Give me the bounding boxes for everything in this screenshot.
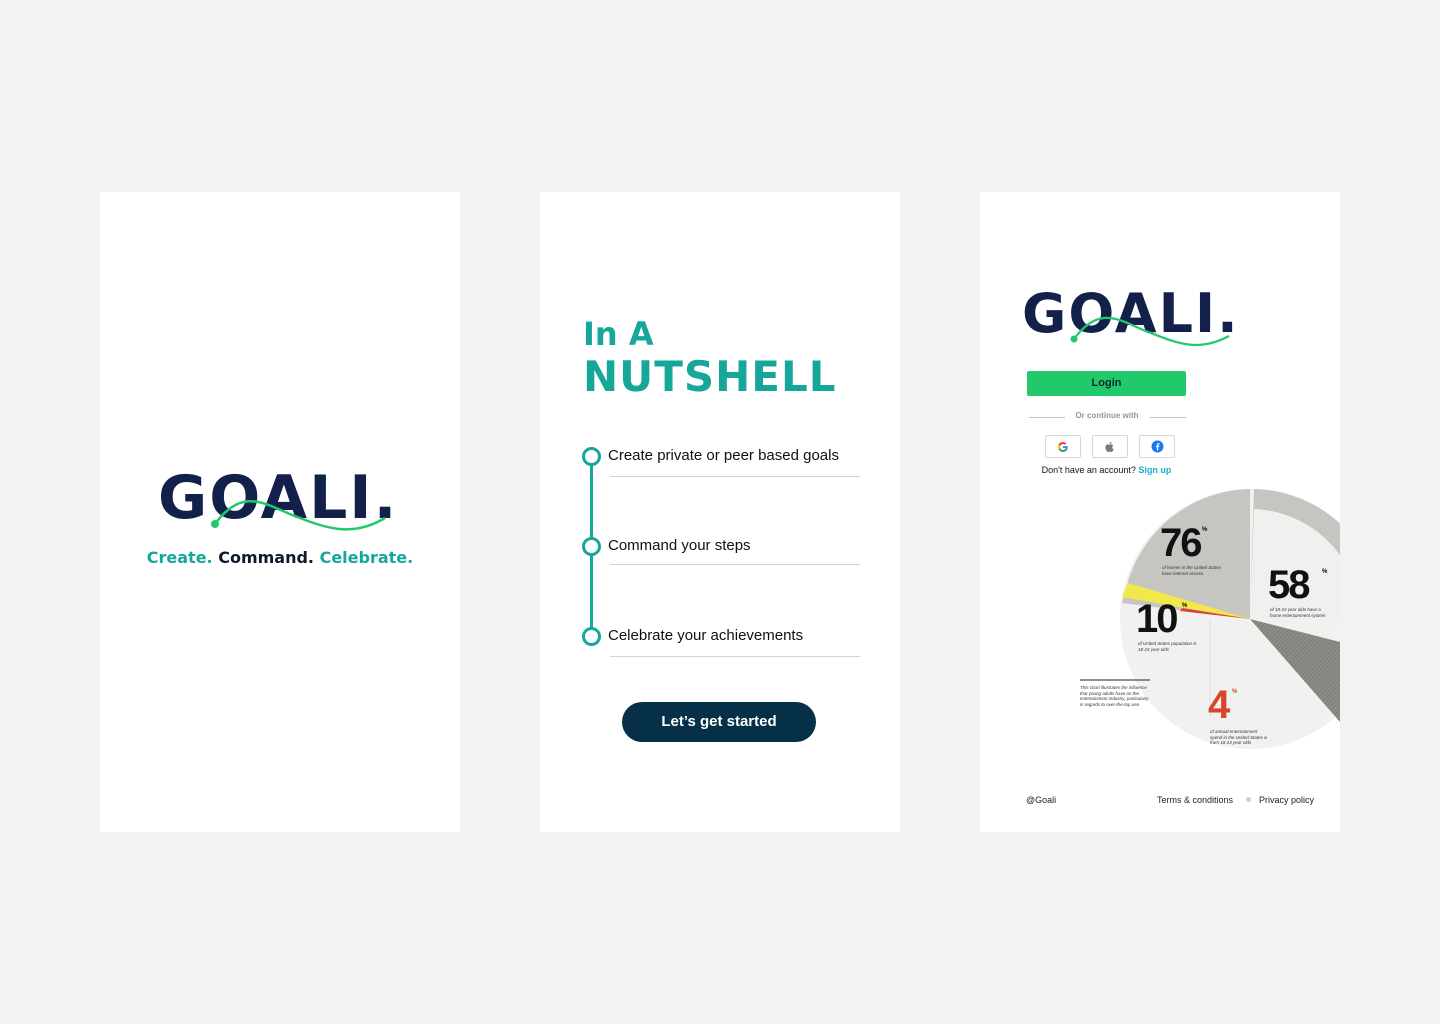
tagline-celebrate: Celebrate.	[319, 548, 414, 567]
stat-58: 58	[1268, 563, 1310, 607]
onboarding-screen: In A NUTSHELL Create private or peer bas…	[540, 192, 900, 832]
step-divider	[610, 656, 860, 657]
step-label: Create private or peer based goals	[608, 447, 839, 464]
stat-76: 76	[1160, 521, 1202, 565]
get-started-button[interactable]: Let’s get started	[622, 702, 816, 742]
signup-link[interactable]: Sign up	[1138, 465, 1171, 475]
tagline-create: Create.	[146, 548, 213, 567]
apple-icon	[1105, 441, 1114, 452]
step-dot-icon	[582, 537, 601, 556]
heading-nutshell: NUTSHELL	[583, 352, 837, 401]
stat-10: 10	[1136, 597, 1178, 641]
step-dot-icon	[582, 627, 601, 646]
stat-4-percent: %	[1232, 689, 1238, 695]
logo-swoosh-icon	[1070, 316, 1230, 347]
or-continue-text: Or continue with	[1075, 411, 1139, 420]
tagline: Create. Command. Celebrate.	[100, 548, 460, 567]
heading-in-a: In A	[583, 315, 654, 353]
apple-login-button[interactable]	[1092, 435, 1128, 458]
step-label: Command your steps	[608, 537, 751, 554]
footer-handle[interactable]: @Goali	[1026, 795, 1056, 805]
facebook-login-button[interactable]	[1139, 435, 1175, 458]
footer-separator	[1246, 797, 1251, 802]
step-divider	[610, 564, 860, 565]
stat-4: 4	[1208, 683, 1230, 727]
google-icon	[1058, 441, 1068, 452]
google-login-button[interactable]	[1045, 435, 1081, 458]
tagline-command: Command.	[218, 548, 314, 567]
infographic-chart: 76 % of homes in the United States have …	[1070, 487, 1340, 772]
divider-line-right	[1150, 417, 1186, 418]
chart-note: This chart illustrates the influence tha…	[1080, 685, 1149, 707]
signup-prompt: Don't have an account?	[1041, 465, 1136, 475]
privacy-link[interactable]: Privacy policy	[1259, 795, 1314, 805]
logo-swoosh-icon	[211, 500, 386, 531]
caption-10: of United States population is 18-24 yea…	[1138, 641, 1197, 652]
stat-76-percent: %	[1202, 527, 1208, 533]
stat-10-percent: %	[1182, 603, 1188, 609]
terms-link[interactable]: Terms & conditions	[1157, 795, 1233, 805]
splash-screen: GOALI. Create. Command. Celebrate.	[100, 192, 460, 832]
caption-76: of homes in the United States have inter…	[1162, 565, 1222, 576]
signup-row: Don't have an account? Sign up	[980, 465, 1233, 475]
stat-58-percent: %	[1322, 569, 1328, 575]
step-label: Celebrate your achievements	[608, 627, 804, 644]
caption-4: of annual entertainment spend in the Uni…	[1210, 729, 1268, 745]
login-button[interactable]: Login	[1027, 371, 1186, 396]
caption-58: of 18-24 year olds have a home entertain…	[1270, 607, 1326, 618]
step-dot-icon	[582, 447, 601, 466]
login-screen: GOALI. Login Or continue with Don't have…	[980, 192, 1340, 832]
step-divider	[610, 476, 860, 477]
facebook-icon	[1151, 440, 1163, 453]
